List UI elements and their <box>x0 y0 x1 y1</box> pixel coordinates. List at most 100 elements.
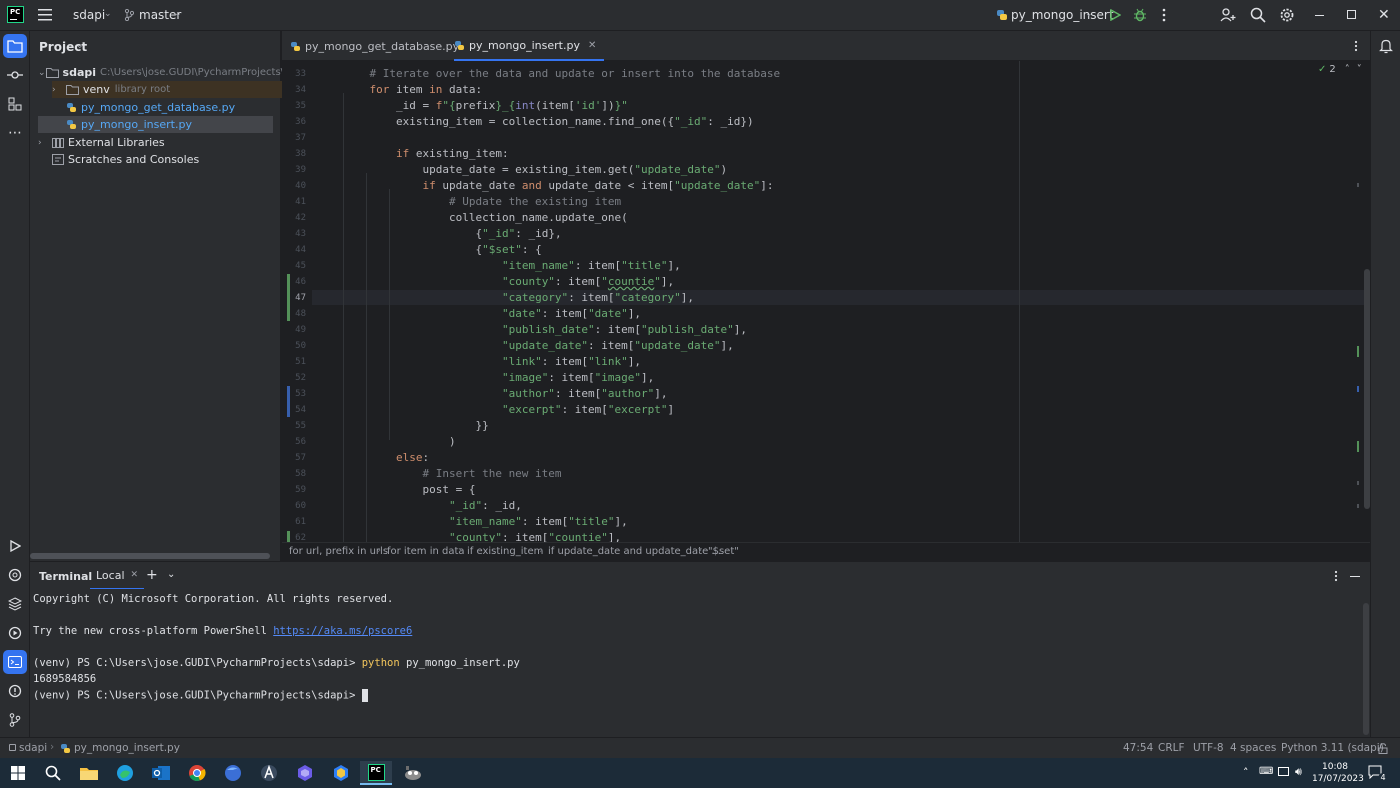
code-editor[interactable]: 33 34 35 36 37 38 39 40 41 42 43 44 45 46 47 48 49 50 51 52… <box>282 61 1370 542</box>
terminal-prompt: (venv) PS C:\Users\jose.GUDI\PycharmProj… <box>33 657 362 669</box>
code-line: # Insert the new item <box>343 467 562 480</box>
scroll-marker <box>1357 504 1359 508</box>
python-packages-icon[interactable] <box>3 563 27 587</box>
python-file-icon <box>290 41 301 52</box>
breadcrumb-item[interactable]: "$set" <box>708 546 739 557</box>
main-menu-icon[interactable] <box>38 8 54 22</box>
chevron-down-icon[interactable]: ˅ <box>1357 64 1362 75</box>
search-icon[interactable] <box>40 761 66 785</box>
layers-icon[interactable] <box>3 592 27 616</box>
line-number: 59 <box>295 485 306 495</box>
app-icon-hexagon[interactable] <box>292 761 318 785</box>
volume-icon[interactable]: 🔊︎ <box>1295 765 1302 779</box>
project-widget[interactable]: sdapi <box>73 8 105 22</box>
file-name: py_mongo_insert.py <box>81 118 192 131</box>
library-icon <box>52 137 64 148</box>
terminal-line: 1689584856 <box>33 673 97 685</box>
tab-py-mongo-insert[interactable]: py_mongo_insert.py ✕ <box>454 31 605 61</box>
close-tab-icon[interactable]: ✕ <box>588 40 596 51</box>
root-folder-name: sdapi <box>62 66 97 79</box>
chevron-down-icon: ⌄ <box>1085 9 1093 19</box>
search-icon[interactable] <box>1250 7 1266 23</box>
line-number: 57 <box>295 453 306 463</box>
network-icon[interactable] <box>1278 767 1289 776</box>
code-line: }} <box>343 419 489 432</box>
terminal-line: Try the new cross-platform PowerShell ht… <box>33 625 412 637</box>
app-icon-shield[interactable] <box>328 761 354 785</box>
lock-icon[interactable] <box>1378 743 1388 754</box>
notifications-icon[interactable] <box>1374 34 1398 58</box>
more-actions-icon[interactable] <box>1162 8 1166 22</box>
minimize-icon[interactable] <box>1315 15 1324 16</box>
line-number: 42 <box>295 213 306 223</box>
folder-icon <box>45 67 59 78</box>
close-icon[interactable]: ✕ <box>1378 7 1390 23</box>
line-separator[interactable]: CRLF <box>1158 742 1185 754</box>
restore-icon[interactable] <box>1347 10 1356 19</box>
horizontal-scrollbar[interactable] <box>30 553 270 559</box>
add-user-icon[interactable] <box>1220 7 1236 23</box>
run-icon[interactable] <box>1109 9 1121 21</box>
inspection-widget[interactable]: ✓ 2 ˄ ˅ <box>1318 64 1362 75</box>
gimp-icon[interactable] <box>400 761 426 785</box>
services-icon[interactable] <box>3 621 27 645</box>
file-explorer-icon[interactable] <box>76 761 102 785</box>
terminal-icon[interactable] <box>3 650 27 674</box>
pycharm-taskbar-icon[interactable]: PC <box>360 761 392 785</box>
tree-item-root[interactable]: ⌄ sdapi C:\Users\jose.GUDI\PycharmProjec… <box>38 64 311 81</box>
interpreter-selector[interactable]: Python 3.11 (sdapi) <box>1281 742 1384 754</box>
close-tab-icon[interactable]: ✕ <box>131 570 139 580</box>
line-number: 43 <box>295 229 306 239</box>
tree-item-scratches[interactable]: Scratches and Consoles <box>38 151 273 168</box>
chrome-icon[interactable] <box>184 761 210 785</box>
structure-icon[interactable] <box>3 92 27 116</box>
breadcrumb-item[interactable]: for url, prefix in urls <box>289 546 388 557</box>
project-folder-icon[interactable] <box>3 34 27 58</box>
tab-py-mongo-get-database[interactable]: py_mongo_get_database.py <box>290 31 459 61</box>
windows-start-icon[interactable] <box>5 761 31 785</box>
clock[interactable]: 10:08 17/07/2023 <box>1312 761 1364 785</box>
tree-item-venv[interactable]: › venv library root <box>52 81 303 98</box>
terminal-scrollbar[interactable] <box>1363 603 1369 735</box>
problems-icon[interactable] <box>3 679 27 703</box>
code-line: post = { <box>343 483 476 496</box>
firefox-icon[interactable] <box>220 761 246 785</box>
chevron-down-icon[interactable]: ⌄ <box>167 569 175 580</box>
app-icon-a[interactable] <box>256 761 282 785</box>
tree-item-file1[interactable]: py_mongo_get_database.py <box>66 99 266 116</box>
gear-icon[interactable] <box>1279 7 1295 23</box>
version-control-icon[interactable] <box>3 708 27 732</box>
more-tool-windows-icon[interactable]: ⋯ <box>3 121 27 145</box>
tree-item-file2[interactable]: py_mongo_insert.py <box>38 116 273 133</box>
terminal-link[interactable]: https://aka.ms/pscore6 <box>273 625 412 637</box>
tab-label: py_mongo_insert.py <box>469 38 580 52</box>
new-terminal-button[interactable]: + <box>146 567 158 583</box>
terminal-options-icon[interactable] <box>1334 570 1338 582</box>
terminal-output[interactable]: Copyright (C) Microsoft Corporation. All… <box>30 589 1370 737</box>
chevron-up-icon[interactable]: ˄ <box>1345 64 1350 75</box>
breadcrumb-item[interactable]: if update_date and update_date ... <box>548 546 721 557</box>
python-file-icon <box>60 743 71 754</box>
edge-browser-icon[interactable] <box>112 761 138 785</box>
status-project[interactable]: sdapi <box>19 742 47 754</box>
run-tool-icon[interactable] <box>3 534 27 558</box>
terminal-tab-local[interactable]: Local ✕ <box>90 562 145 590</box>
pycharm-logo-icon[interactable]: PC <box>7 6 24 23</box>
outlook-icon[interactable] <box>148 761 174 785</box>
scroll-marker <box>1357 441 1359 452</box>
commit-icon[interactable] <box>3 63 27 87</box>
breadcrumb-item[interactable]: for item in data <box>387 546 465 557</box>
tree-item-external-libraries[interactable]: › External Libraries <box>38 134 273 151</box>
hide-panel-icon[interactable] <box>1350 576 1360 577</box>
chevron-up-icon[interactable]: ˄ <box>1243 766 1249 779</box>
run-configuration-select[interactable]: py_mongo_insert <box>1011 8 1114 22</box>
file-encoding[interactable]: UTF-8 <box>1193 742 1224 754</box>
debug-icon[interactable] <box>1133 8 1147 22</box>
breadcrumb-item[interactable]: if existing_item <box>467 546 543 557</box>
caret-position[interactable]: 47:54 <box>1123 742 1153 754</box>
language-icon[interactable]: ⌨ <box>1259 766 1273 777</box>
tab-options-icon[interactable] <box>1354 40 1358 52</box>
status-file[interactable]: py_mongo_insert.py <box>74 742 180 754</box>
line-number: 60 <box>295 501 306 511</box>
indent-setting[interactable]: 4 spaces <box>1230 742 1276 754</box>
